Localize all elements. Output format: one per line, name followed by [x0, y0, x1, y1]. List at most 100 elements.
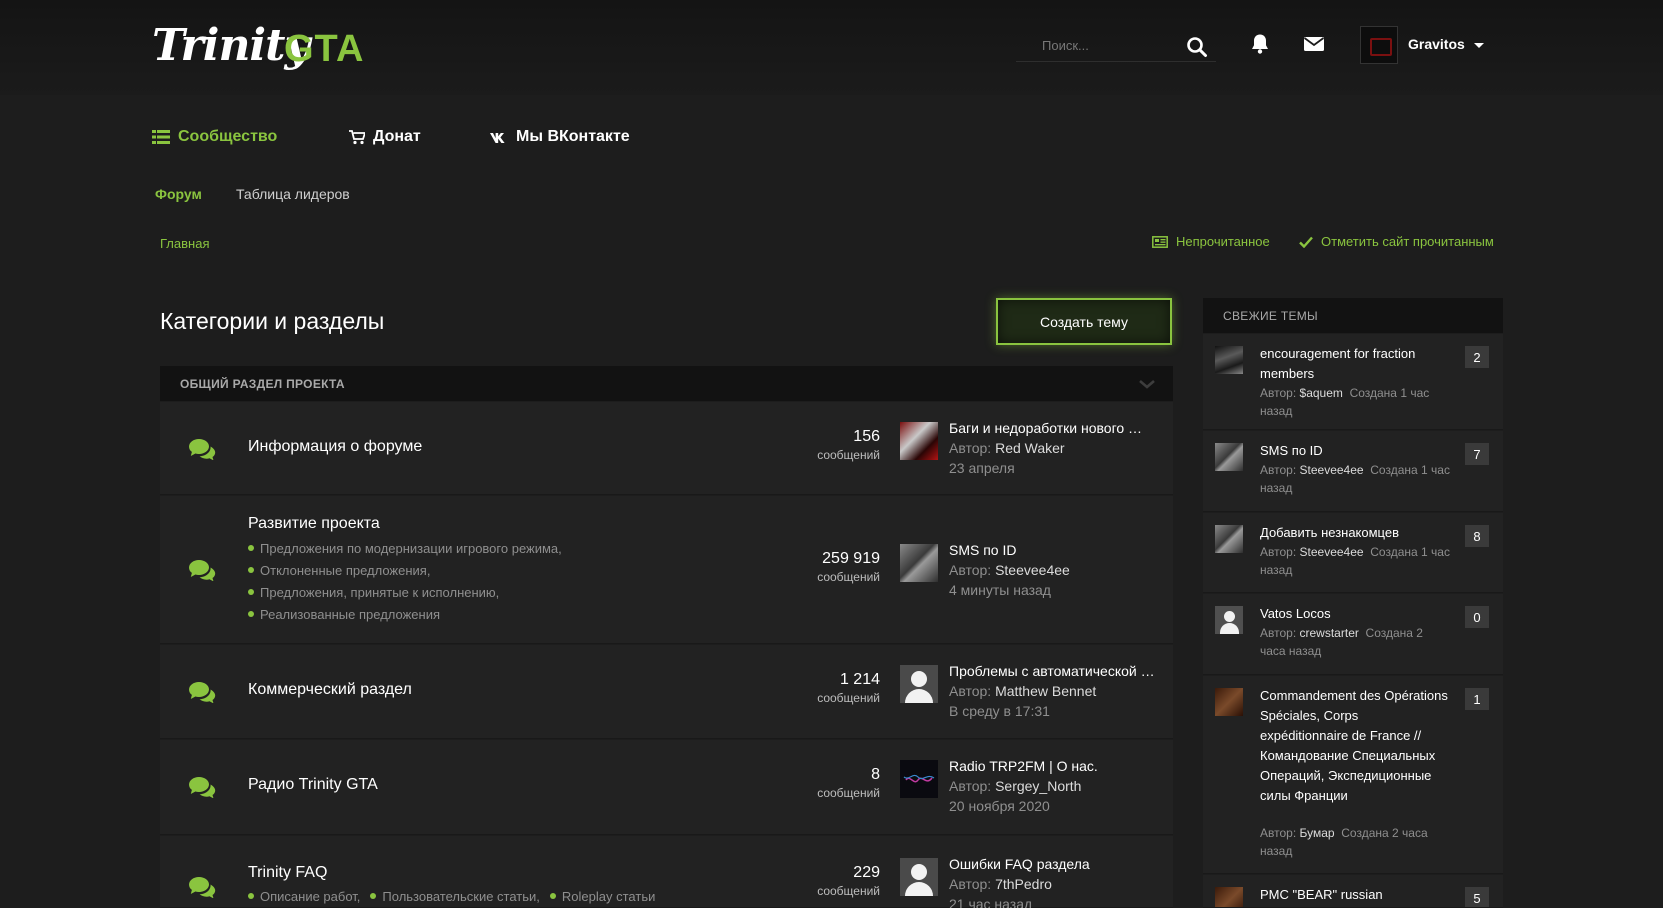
post-count: 259 919 сообщений: [817, 550, 880, 584]
bell-icon[interactable]: [1248, 32, 1272, 56]
last-post-author[interactable]: Matthew Bennet: [995, 683, 1096, 699]
reply-count-badge: 8: [1465, 525, 1489, 547]
subforum-link[interactable]: Реализованные предложения: [248, 603, 562, 625]
create-topic-button[interactable]: Создать тему: [996, 298, 1172, 345]
post-count: 8 сообщений: [817, 766, 880, 800]
subforum-label: Реализованные предложения: [260, 606, 441, 622]
nav-item-donate[interactable]: Донат: [349, 122, 421, 152]
subforum-link[interactable]: Пользовательские статьи,: [370, 885, 540, 907]
forum-row: Радио Trinity GTA 8 сообщений Radio TRP2…: [160, 740, 1173, 835]
forum-title[interactable]: Информация о форуме: [248, 438, 422, 456]
post-count-number: 259 919: [822, 550, 880, 567]
post-count-label: сообщений: [817, 570, 880, 584]
unread-link[interactable]: Непрочитанное: [1152, 234, 1270, 249]
top-bar: Trinity GTA Gravitos: [0, 0, 1663, 95]
forum-row: Развитие проекта Предложения по модерниз…: [160, 496, 1173, 644]
topic-author[interactable]: crewstarter: [1300, 626, 1359, 640]
subforum-link[interactable]: Roleplay статьи: [549, 885, 655, 907]
last-post-avatar[interactable]: [900, 760, 938, 798]
subforum-link[interactable]: Предложения, принятые к исполнению,: [248, 581, 562, 603]
topic-author[interactable]: Бумар: [1300, 826, 1335, 840]
topic-author-avatar[interactable]: [1215, 606, 1243, 634]
chevron-down-icon[interactable]: [1137, 374, 1157, 394]
author-label: Автор:: [949, 440, 992, 456]
topic-author[interactable]: $aquem: [1300, 386, 1343, 400]
post-count-number: 156: [853, 428, 880, 445]
mark-read-link[interactable]: Отметить сайт прочитанным: [1299, 234, 1494, 249]
last-post-title[interactable]: SMS по ID: [949, 542, 1159, 558]
last-post-title[interactable]: Проблемы с автоматической …: [949, 663, 1159, 679]
search-icon[interactable]: [1186, 36, 1208, 58]
reply-count-badge: 7: [1465, 443, 1489, 465]
post-count-label: сообщений: [817, 691, 880, 705]
reply-count-badge: 2: [1465, 346, 1489, 368]
forum-title[interactable]: Trinity FAQ: [248, 864, 327, 882]
post-count: 1 214 сообщений: [817, 671, 880, 705]
search-input[interactable]: [1016, 30, 1186, 60]
topic-author[interactable]: Steevee4ee: [1300, 463, 1364, 477]
nav-item-community[interactable]: Сообщество: [152, 122, 277, 152]
search-box: [1016, 30, 1216, 62]
topic-author-avatar[interactable]: [1215, 688, 1243, 716]
topic-author-avatar[interactable]: [1215, 443, 1243, 471]
topic-author[interactable]: Steevee4ee: [1300, 545, 1364, 559]
reply-count-badge: 0: [1465, 606, 1489, 628]
bullet-dot: [248, 611, 254, 617]
author-label: Автор:: [1260, 463, 1297, 477]
recent-topic-item: PMC "BEAR" russian 5: [1203, 875, 1503, 908]
tab-leaderboard[interactable]: Таблица лидеров: [236, 186, 350, 202]
chat-bubbles-icon: [188, 681, 216, 703]
last-post-title[interactable]: Ошибки FAQ раздела: [949, 856, 1159, 872]
user-avatar[interactable]: [1360, 26, 1398, 64]
chat-bubbles-icon: [188, 438, 216, 460]
topic-title[interactable]: Добавить незнакомцев: [1260, 523, 1450, 543]
bullet-dot: [248, 893, 254, 899]
forum-title[interactable]: Развитие проекта: [248, 515, 380, 533]
subforum-label: Пользовательские статьи,: [382, 888, 540, 904]
author-label: Автор:: [1260, 386, 1297, 400]
topic-author-avatar[interactable]: [1215, 525, 1243, 553]
last-post-avatar[interactable]: [900, 665, 938, 703]
category-title: ОБЩИЙ РАЗДЕЛ ПРОЕКТА: [180, 376, 345, 391]
topic-title[interactable]: Vatos Locos: [1260, 604, 1450, 624]
last-post-title[interactable]: Radio TRP2FM | О нас.: [949, 758, 1159, 774]
subforum-label: Предложения, принятые к исполнению,: [260, 584, 500, 600]
last-post-author[interactable]: 7thPedro: [995, 876, 1052, 892]
chat-bubbles-icon: [188, 776, 216, 798]
topic-author-avatar[interactable]: [1215, 887, 1243, 907]
nav-item-vk[interactable]: Мы ВКонтакте: [490, 122, 630, 152]
subforum-link[interactable]: Отклоненные предложения,: [248, 559, 562, 581]
nav-label-donate: Донат: [373, 128, 421, 145]
subforum-link[interactable]: Описание работ,: [248, 885, 360, 907]
forum-title[interactable]: Коммерческий раздел: [248, 681, 412, 699]
nav-label-vk: Мы ВКонтакте: [516, 128, 630, 145]
radio-logo-image: [903, 774, 935, 783]
topic-title[interactable]: encouragement for fraction members: [1260, 344, 1450, 384]
mail-icon[interactable]: [1302, 32, 1326, 56]
subforum-link[interactable]: Предложения по модернизации игрового реж…: [248, 537, 562, 559]
last-post-author[interactable]: Sergey_North: [995, 778, 1081, 794]
topic-title[interactable]: SMS по ID: [1260, 441, 1450, 461]
last-post-avatar[interactable]: [900, 858, 938, 896]
post-count: 156 сообщений: [817, 428, 880, 462]
post-count-label: сообщений: [817, 884, 880, 898]
last-post-date: 20 ноября 2020: [949, 798, 1050, 814]
forum-row: Информация о форуме 156 сообщений Баги и…: [160, 402, 1173, 495]
last-post-avatar[interactable]: [900, 544, 938, 582]
topic-title[interactable]: Commandement des Opérations Spéciales, C…: [1260, 686, 1450, 806]
forum-title[interactable]: Радио Trinity GTA: [248, 776, 378, 794]
last-post-author[interactable]: Steevee4ee: [995, 562, 1070, 578]
tab-forum[interactable]: Форум: [155, 186, 202, 202]
last-post-avatar[interactable]: [900, 422, 938, 460]
topic-title[interactable]: PMC "BEAR" russian: [1260, 885, 1450, 905]
breadcrumb-home[interactable]: Главная: [160, 236, 209, 251]
last-post-author-line: Автор: Sergey_North: [949, 778, 1081, 794]
last-post-author[interactable]: Red Waker: [995, 440, 1065, 456]
author-label: Автор:: [1260, 826, 1297, 840]
last-post-title[interactable]: Баги и недоработки нового …: [949, 420, 1159, 436]
author-label: Автор:: [1260, 626, 1297, 640]
reply-count-badge: 5: [1465, 887, 1489, 907]
bullet-dot: [248, 589, 254, 595]
topic-author-avatar[interactable]: [1215, 346, 1243, 374]
bullet-dot: [248, 567, 254, 573]
